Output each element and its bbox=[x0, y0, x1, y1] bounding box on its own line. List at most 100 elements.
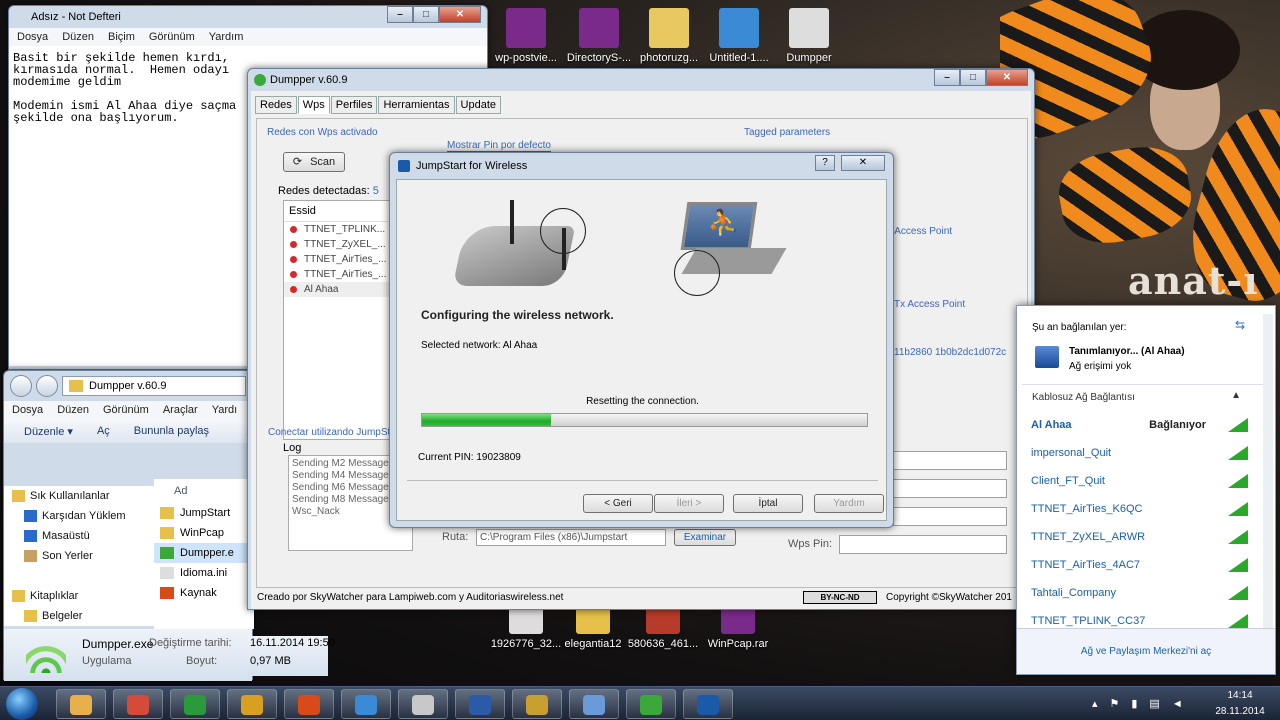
collapse-icon[interactable]: ▲ bbox=[1231, 390, 1241, 401]
network-center-link[interactable]: Ağ ve Paylaşım Merkezi'ni aç bbox=[1017, 646, 1275, 657]
tab-herramientas[interactable]: Herramientas bbox=[378, 96, 455, 114]
taskbar-app-button[interactable] bbox=[512, 689, 562, 719]
taskbar-app-button[interactable] bbox=[626, 689, 676, 719]
file-row[interactable]: JumpStart bbox=[154, 503, 254, 523]
wifi-network-item[interactable]: TTNET_AirTies_K6QC bbox=[1018, 495, 1258, 523]
explorer-window[interactable]: Dumpper v.60.9 Dosya Düzen Görünüm Araçlar Y… bbox=[3, 370, 254, 681]
toolbar-button[interactable]: Aç bbox=[97, 425, 110, 437]
menu-item[interactable]: Görünüm bbox=[103, 404, 149, 416]
menu-item[interactable]: Biçim bbox=[108, 31, 135, 43]
taskbar-app-button[interactable] bbox=[227, 689, 277, 719]
taskbar-app-button[interactable] bbox=[170, 689, 220, 719]
nav-item[interactable]: Karşıdan Yüklem bbox=[4, 506, 154, 526]
taskbar-app-button[interactable] bbox=[569, 689, 619, 719]
back-button[interactable]: < Geri bbox=[583, 494, 653, 513]
param-field-1[interactable] bbox=[893, 451, 1007, 470]
taskbar-app-button[interactable] bbox=[398, 689, 448, 719]
next-button[interactable]: İleri > bbox=[654, 494, 724, 513]
file-row[interactable]: Kaynak bbox=[154, 583, 254, 603]
forward-icon[interactable] bbox=[36, 375, 58, 397]
taskbar-app-button[interactable] bbox=[113, 689, 163, 719]
wifi-network-item[interactable]: TTNET_AirTies_4AC7 bbox=[1018, 551, 1258, 579]
taskbar-app-button[interactable] bbox=[284, 689, 334, 719]
explorer-toolbar[interactable]: Düzenle ▾ Aç Bununla paylaş bbox=[4, 419, 252, 443]
desktop-icon[interactable]: DirectoryS-... bbox=[563, 8, 635, 64]
tab-update[interactable]: Update bbox=[455, 96, 501, 114]
show-pin-checkbox[interactable]: Mostrar Pin por defecto bbox=[447, 140, 551, 152]
close-button[interactable]: ✕ bbox=[439, 6, 481, 23]
file-row[interactable]: WinPcap bbox=[154, 523, 254, 543]
wifi-network-item[interactable]: Al Ahaa Bağlanıyor bbox=[1018, 411, 1258, 439]
column-header-essid[interactable]: Essid bbox=[284, 201, 392, 222]
back-icon[interactable] bbox=[10, 375, 32, 397]
tab-redes[interactable]: Redes bbox=[255, 96, 297, 114]
dumpper-tabs[interactable]: Redes Wps Perfiles Herramientas Update bbox=[251, 91, 1031, 114]
wifi-popup[interactable]: Şu an bağlanılan yer: ⇆ Tanımlanıyor... … bbox=[1016, 305, 1276, 675]
scrollbar[interactable] bbox=[1263, 314, 1273, 628]
wifi-network-item[interactable]: Tahtali_Company bbox=[1018, 579, 1258, 607]
tab-perfiles[interactable]: Perfiles bbox=[330, 96, 378, 114]
menu-item[interactable]: Yardım bbox=[209, 31, 244, 43]
explorer-menu[interactable]: Dosya Düzen Görünüm Araçlar Yardı bbox=[4, 401, 252, 419]
cancel-button[interactable]: İptal bbox=[733, 494, 803, 513]
ruta-input[interactable]: C:\Program Files (x86)\Jumpstart bbox=[476, 529, 666, 546]
nav-item[interactable]: Kitaplıklar bbox=[4, 586, 154, 606]
menu-item[interactable]: Yardı bbox=[212, 404, 237, 416]
minimize-button[interactable]: – bbox=[934, 69, 960, 86]
param-field-3[interactable] bbox=[893, 507, 1007, 526]
file-list[interactable]: JumpStart WinPcap Dumpper.e Idioma.ini Kayna… bbox=[154, 503, 254, 603]
wps-pin-input[interactable] bbox=[839, 535, 1007, 554]
nav-item[interactable]: Belgeler bbox=[4, 606, 154, 626]
desktop-icon[interactable]: Dumpper bbox=[773, 8, 845, 64]
notepad-window-controls[interactable]: – □ ✕ bbox=[387, 6, 481, 23]
menu-item[interactable]: Dosya bbox=[17, 31, 48, 43]
desktop-icon[interactable]: 1926776_32... bbox=[490, 604, 562, 650]
nav-item[interactable]: Masaüstü bbox=[4, 526, 154, 546]
wifi-network-item[interactable]: Client_FT_Quit bbox=[1018, 467, 1258, 495]
nav-item[interactable]: Son Yerler bbox=[4, 546, 154, 566]
start-button[interactable] bbox=[6, 688, 38, 720]
column-header-name[interactable]: Ad bbox=[154, 479, 254, 503]
menu-item[interactable]: Düzen bbox=[57, 404, 89, 416]
menu-item[interactable]: Araçlar bbox=[163, 404, 198, 416]
desktop-icon[interactable]: WinPcap.rar bbox=[702, 604, 774, 650]
file-row[interactable]: Dumpper.e bbox=[154, 543, 254, 563]
close-button[interactable]: ✕ bbox=[841, 155, 885, 171]
desktop-icon[interactable]: 580636_461... bbox=[627, 604, 699, 650]
taskbar-app-button[interactable] bbox=[683, 689, 733, 719]
toolbar-button[interactable]: Düzenle ▾ bbox=[24, 425, 73, 438]
desktop-icon[interactable]: elegantia12 bbox=[557, 604, 629, 650]
taskbar-app-button[interactable] bbox=[455, 689, 505, 719]
taskbar-app-button[interactable] bbox=[56, 689, 106, 719]
minimize-button[interactable]: – bbox=[387, 6, 413, 23]
wifi-network-item[interactable]: impersonal_Quit bbox=[1018, 439, 1258, 467]
network-list[interactable]: Essid TTNET_TPLINK... TTNET_ZyXEL_... TTNE… bbox=[283, 200, 393, 440]
menu-item[interactable]: Düzen bbox=[62, 31, 94, 43]
notepad-menu[interactable]: Dosya Düzen Biçim Görünüm Yardım bbox=[9, 28, 487, 46]
scan-button[interactable]: ⟳ Scan bbox=[283, 152, 345, 172]
taskbar-app-button[interactable] bbox=[341, 689, 391, 719]
wifi-network-list[interactable]: Al Ahaa Bağlanıyor impersonal_Quit Client_F… bbox=[1018, 411, 1258, 631]
help-button[interactable]: ? bbox=[815, 155, 835, 171]
menu-item[interactable]: Görünüm bbox=[149, 31, 195, 43]
navigation-pane[interactable]: Sık Kullanılanlar Karşıdan Yüklem Masaüstü… bbox=[4, 486, 154, 626]
menu-item[interactable]: Dosya bbox=[12, 404, 43, 416]
network-row[interactable]: TTNET_AirTies_... bbox=[284, 267, 392, 282]
clock-time[interactable]: 14:14 bbox=[1210, 690, 1270, 701]
wifi-network-item[interactable]: TTNET_ZyXEL_ARWR bbox=[1018, 523, 1258, 551]
network-row[interactable]: TTNET_ZyXEL_... bbox=[284, 237, 392, 252]
address-bar[interactable]: Dumpper v.60.9 bbox=[62, 376, 246, 396]
network-row[interactable]: TTNET_AirTies_... bbox=[284, 252, 392, 267]
examinar-button[interactable]: Examinar bbox=[674, 529, 736, 546]
desktop-icon[interactable]: photoruzg... bbox=[633, 8, 705, 64]
jumpstart-dialog[interactable]: JumpStart for Wireless ? ✕ ⛹ Configuring… bbox=[389, 152, 894, 528]
toolbar-button[interactable]: Bununla paylaş bbox=[134, 425, 209, 437]
close-button[interactable]: ✕ bbox=[986, 69, 1028, 86]
desktop-icon[interactable]: wp-postvie... bbox=[490, 8, 562, 64]
clock-date[interactable]: 28.11.2014 bbox=[1210, 706, 1270, 717]
tab-wps[interactable]: Wps bbox=[297, 96, 330, 114]
nav-item[interactable]: Sık Kullanılanlar bbox=[4, 486, 154, 506]
network-row[interactable]: TTNET_TPLINK... bbox=[284, 222, 392, 237]
refresh-icon[interactable]: ⇆ bbox=[1235, 318, 1245, 332]
help-button[interactable]: Yardım bbox=[814, 494, 884, 513]
